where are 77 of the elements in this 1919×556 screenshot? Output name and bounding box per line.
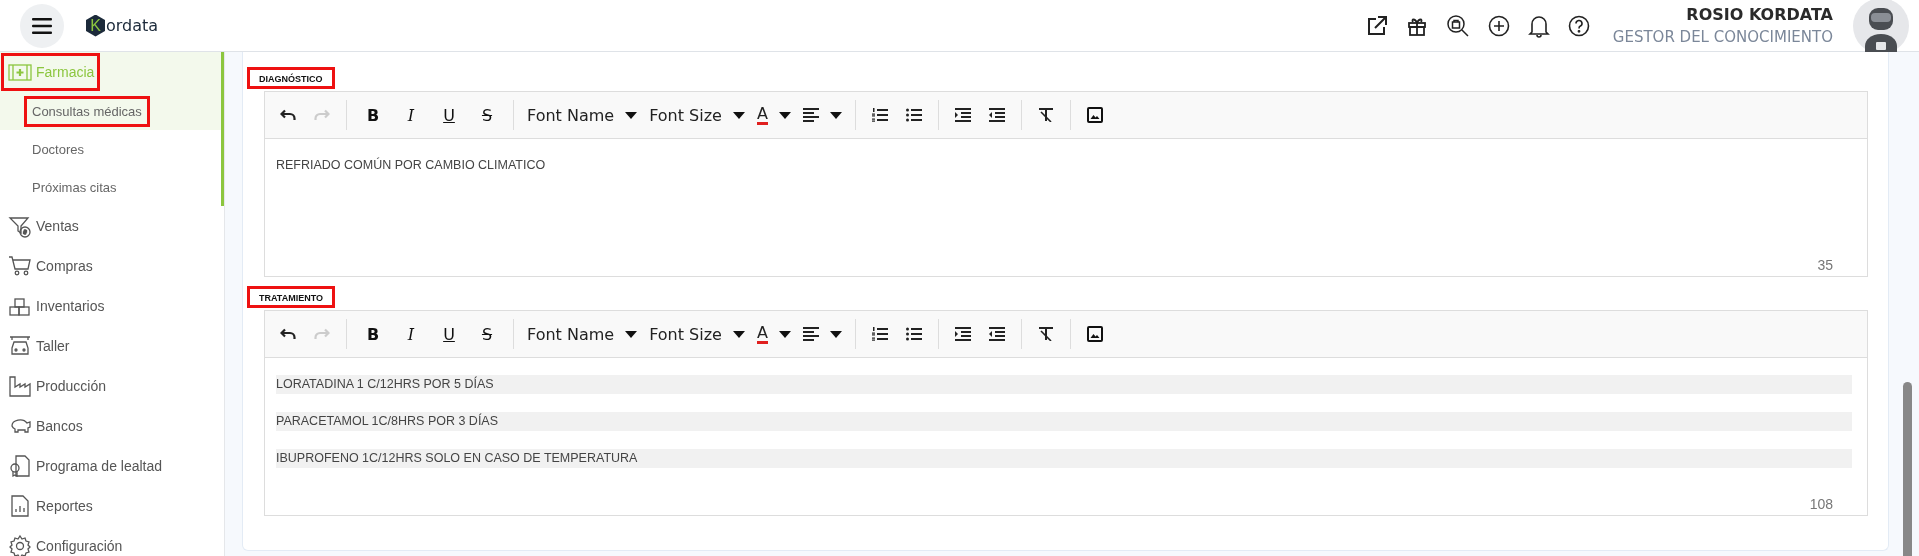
sidebar-item[interactable]: Bancos (0, 406, 221, 446)
caret-icon (625, 111, 638, 119)
font-name-dropdown[interactable]: Font Name (521, 319, 644, 349)
align-left-icon (802, 327, 819, 341)
font-size-dropdown[interactable]: Font Size (643, 319, 751, 349)
bell-icon[interactable] (1527, 13, 1550, 38)
font-name-dropdown[interactable]: Font Name (521, 100, 644, 130)
font-color-dropdown[interactable]: A (750, 100, 797, 130)
clear-format-icon (1037, 108, 1054, 122)
menu-icon (32, 17, 52, 34)
image-icon (1086, 107, 1103, 123)
numbered-list-icon (871, 108, 888, 122)
logo-mark: K (86, 14, 105, 37)
bullet-list-icon (905, 327, 922, 341)
editor-content[interactable]: LORATADINA 1 C/12HRS POR 5 DÍAS PARACETAMOL 1C/8HRS POR 3 DÍAS IBUPROFENO 1C/12HRS SOLO EN CASO DE TEMPERATURA 108 (265, 358, 1867, 515)
gear-icon (8, 534, 32, 556)
strike-button[interactable]: S (470, 319, 504, 349)
clear-format-icon (1037, 327, 1054, 341)
sidebar-item[interactable]: Reportes (0, 486, 221, 526)
italic-button[interactable]: I (394, 319, 428, 349)
caret-icon (732, 111, 745, 119)
user-name: ROSIO KORDATA (1686, 5, 1833, 24)
cart-icon (8, 254, 32, 278)
redo-icon (314, 328, 330, 340)
badge-document-icon (8, 454, 32, 478)
scrollbar-thumb[interactable] (1903, 382, 1912, 556)
field-label: TRATAMIENTO (249, 288, 333, 306)
indent-icon (954, 108, 971, 122)
avatar-icon[interactable] (1853, 0, 1909, 54)
caret-icon (732, 330, 745, 338)
numbered-list-icon (871, 327, 888, 341)
font-size-dropdown[interactable]: Font Size (643, 100, 751, 130)
font-color-dropdown[interactable]: A (750, 319, 797, 349)
caret-icon (778, 111, 791, 119)
bullet-list-icon (905, 108, 922, 122)
search-icon[interactable] (1445, 13, 1470, 38)
underline-button[interactable]: U (432, 100, 466, 130)
add-icon[interactable] (1487, 14, 1510, 37)
caret-icon (829, 111, 842, 119)
logo-text: ordata (106, 16, 159, 35)
image-icon (1086, 326, 1103, 342)
text-line: REFRIADO COMÚN POR CAMBIO CLIMATICO (276, 156, 547, 174)
character-count: 108 (1809, 496, 1833, 512)
undo-icon (280, 109, 296, 121)
bold-button[interactable]: B (356, 100, 390, 130)
undo-icon (280, 328, 296, 340)
caret-icon (829, 330, 842, 338)
external-link-icon[interactable] (1365, 14, 1388, 37)
sidebar-item[interactable]: Ventas (0, 206, 221, 246)
italic-button[interactable]: I (394, 100, 428, 130)
indent-icon (954, 327, 971, 341)
factory-icon (8, 374, 32, 398)
chart-document-icon (8, 494, 32, 518)
outdent-icon (988, 108, 1005, 122)
caret-icon (625, 330, 638, 338)
caret-icon (778, 330, 791, 338)
field-label: DIAGNÓSTICO (249, 69, 333, 87)
sidebar-item[interactable]: Taller (0, 326, 221, 366)
bold-button[interactable]: B (356, 319, 390, 349)
character-count: 35 (1817, 257, 1833, 273)
align-left-icon (802, 108, 819, 122)
sidebar-item[interactable]: Programa de lealtad (0, 446, 221, 486)
sidebar-item[interactable]: Producción (0, 366, 221, 406)
outdent-icon (988, 327, 1005, 341)
menu-button[interactable] (20, 3, 64, 48)
underline-button[interactable]: U (432, 319, 466, 349)
redo-icon (314, 109, 330, 121)
sidebar-subitem[interactable]: Consultas médicas (26, 97, 148, 125)
user-role: GESTOR DEL CONOCIMIENTO (1612, 28, 1833, 46)
strike-button[interactable]: S (470, 100, 504, 130)
funnel-coin-icon (8, 214, 32, 238)
help-icon[interactable] (1567, 14, 1590, 37)
editor-content[interactable]: REFRIADO COMÚN POR CAMBIO CLIMATICO 35 (265, 139, 1867, 276)
car-icon (8, 334, 32, 358)
sidebar-item[interactable]: Configuración (0, 526, 221, 556)
sidebar-item[interactable]: Inventarios (0, 286, 221, 326)
sidebar-item[interactable]: Compras (0, 246, 221, 286)
